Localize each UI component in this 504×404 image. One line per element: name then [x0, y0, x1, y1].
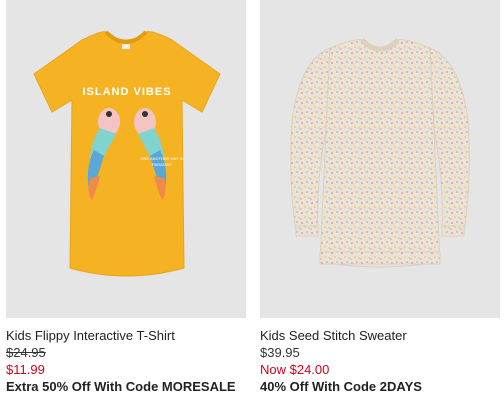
- graphic-title-text: ISLAND VIBES: [82, 86, 171, 98]
- product-card-sweater: Kids Seed Stitch Sweater $39.95 Now $24.…: [260, 0, 500, 395]
- product-grid: ISLAND VIBES ONE ANOTHER DAY IN PARADISE…: [0, 0, 504, 404]
- product-info: Kids Seed Stitch Sweater $39.95 Now $24.…: [260, 318, 500, 395]
- product-name-link[interactable]: Kids Seed Stitch Sweater: [260, 327, 500, 344]
- product-name-link[interactable]: Kids Flippy Interactive T-Shirt: [6, 327, 246, 344]
- product-card-tshirt: ISLAND VIBES ONE ANOTHER DAY IN PARADISE…: [6, 0, 246, 395]
- now-price: Now $24.00: [260, 362, 330, 377]
- product-image-tshirt[interactable]: ISLAND VIBES ONE ANOTHER DAY IN PARADISE: [6, 0, 246, 318]
- promo-text: Extra 50% Off With Code MORESALE: [6, 379, 236, 394]
- graphic-subtitle-text: PARADISE: [152, 162, 172, 167]
- product-info: Kids Flippy Interactive T-Shirt $24.95 $…: [6, 318, 246, 395]
- sale-price: $11.99: [6, 362, 45, 377]
- regular-price: $39.95: [260, 345, 300, 360]
- sweater-illustration: [290, 38, 470, 268]
- tshirt-illustration: ISLAND VIBES ONE ANOTHER DAY IN PARADISE: [33, 30, 221, 277]
- graphic-subtitle-text: ONE ANOTHER DAY IN: [140, 156, 183, 161]
- product-image-sweater[interactable]: [260, 0, 500, 318]
- promo-text: 40% Off With Code 2DAYS: [260, 379, 422, 394]
- original-price: $24.95: [6, 345, 46, 360]
